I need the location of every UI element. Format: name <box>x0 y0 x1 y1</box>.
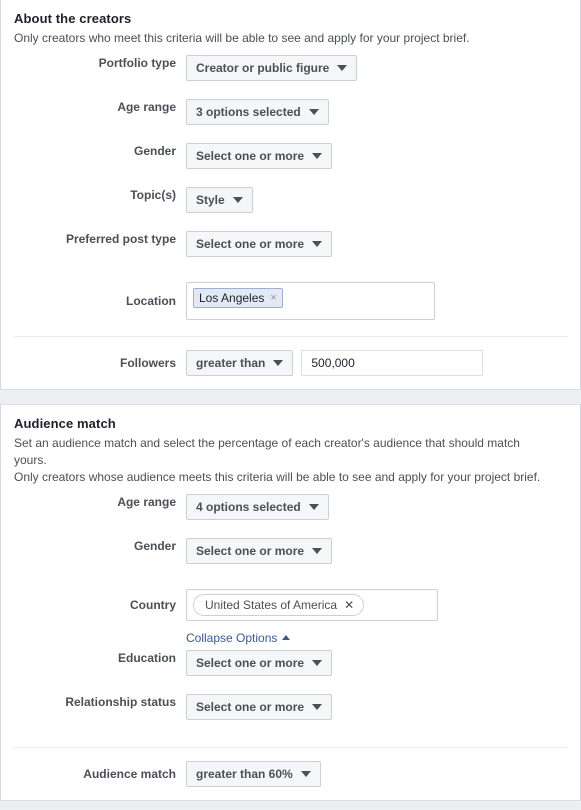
field-row-audience-match: Audience match greater than 60% <box>14 748 567 800</box>
audience-age-range-value: 4 options selected <box>196 500 301 514</box>
preferred-post-type-value: Select one or more <box>196 237 305 251</box>
location-token: Los Angeles × <box>193 288 283 308</box>
relationship-status-label: Relationship status <box>65 695 176 709</box>
education-value: Select one or more <box>196 656 305 670</box>
field-row-gender: Gender Select one or more <box>14 143 567 187</box>
chevron-down-icon <box>312 660 323 666</box>
education-label: Education <box>117 651 176 665</box>
card-gap <box>0 390 581 404</box>
age-range-value: 3 options selected <box>196 105 301 119</box>
audience-gender-label: Gender <box>133 539 176 553</box>
country-token-label: United States of America <box>205 598 338 612</box>
topics-dropdown[interactable]: Style <box>186 187 253 213</box>
chevron-down-icon <box>337 65 348 71</box>
field-row-education: Education Select one or more <box>14 650 567 694</box>
remove-location-token-icon[interactable]: × <box>270 292 276 304</box>
audience-age-range-label: Age range <box>117 495 176 509</box>
country-token-input[interactable]: United States of America ✕ <box>186 589 438 621</box>
audience-match-description-line-1: Set an audience match and select the per… <box>14 436 520 467</box>
audience-match-title: Audience match <box>14 416 116 431</box>
followers-label: Followers <box>119 356 176 370</box>
field-row-topics: Topic(s) Style <box>14 187 567 231</box>
about-creators-fields: Portfolio type Creator or public figure … <box>14 55 567 327</box>
gender-label: Gender <box>133 144 176 158</box>
followers-count-input[interactable] <box>301 350 484 376</box>
collapse-options-row: Collapse Options <box>14 628 567 650</box>
preferred-post-type-label: Preferred post type <box>65 232 176 246</box>
country-label: Country <box>130 598 176 612</box>
chevron-down-icon <box>312 153 323 159</box>
age-range-label: Age range <box>117 100 176 114</box>
collapse-options-label: Collapse Options <box>186 631 278 645</box>
audience-match-label: Audience match <box>83 767 176 781</box>
field-row-portfolio-type: Portfolio type Creator or public figure <box>14 55 567 99</box>
portfolio-type-value: Creator or public figure <box>196 61 330 75</box>
audience-gender-value: Select one or more <box>196 544 305 558</box>
portfolio-type-dropdown[interactable]: Creator or public figure <box>186 55 358 81</box>
field-row-audience-gender: Gender Select one or more <box>14 538 567 582</box>
chevron-down-icon <box>312 241 323 247</box>
about-creators-description: Only creators who meet this criteria wil… <box>14 31 470 45</box>
chevron-down-icon <box>300 771 311 777</box>
followers-operator-value: greater than <box>196 356 266 370</box>
chevron-down-icon <box>308 109 319 115</box>
country-token: United States of America ✕ <box>193 594 365 616</box>
followers-operator-dropdown[interactable]: greater than <box>186 350 294 376</box>
topics-label: Topic(s) <box>130 188 176 202</box>
portfolio-type-label: Portfolio type <box>98 56 176 70</box>
collapse-options-link[interactable]: Collapse Options <box>186 630 291 646</box>
audience-match-description-line-2: Only creators whose audience meets this … <box>14 470 541 484</box>
chevron-down-icon <box>312 548 323 554</box>
audience-match-dropdown[interactable]: greater than 60% <box>186 761 321 787</box>
location-label: Location <box>126 294 176 308</box>
field-row-audience-age-range: Age range 4 options selected <box>14 494 567 538</box>
location-token-input[interactable]: Los Angeles × <box>186 282 435 320</box>
chevron-down-icon <box>232 197 243 203</box>
remove-country-token-icon[interactable]: ✕ <box>344 599 354 611</box>
relationship-status-value: Select one or more <box>196 700 305 714</box>
field-row-relationship-status: Relationship status Select one or more <box>14 694 567 738</box>
audience-gender-dropdown[interactable]: Select one or more <box>186 538 333 564</box>
field-row-location: Location Los Angeles × <box>14 275 567 327</box>
bottom-gap <box>0 801 581 810</box>
field-row-country: Country United States of America ✕ <box>14 582 567 628</box>
topics-value: Style <box>196 193 225 207</box>
chevron-down-icon <box>312 704 323 710</box>
field-row-preferred-post-type: Preferred post type Select one or more <box>14 231 567 275</box>
audience-match-fields: Age range 4 options selected Gender Sele… <box>14 494 567 738</box>
preferred-post-type-dropdown[interactable]: Select one or more <box>186 231 333 257</box>
creator-criteria-page: About the creators Only creators who mee… <box>0 0 581 810</box>
chevron-down-icon <box>273 360 284 366</box>
chevron-up-icon <box>282 635 291 640</box>
gender-value: Select one or more <box>196 149 305 163</box>
gender-dropdown[interactable]: Select one or more <box>186 143 333 169</box>
chevron-down-icon <box>308 504 319 510</box>
education-dropdown[interactable]: Select one or more <box>186 650 333 676</box>
audience-match-card: Audience match Set an audience match and… <box>0 404 581 801</box>
audience-age-range-dropdown[interactable]: 4 options selected <box>186 494 329 520</box>
field-row-followers: Followers greater than <box>14 337 567 389</box>
age-range-dropdown[interactable]: 3 options selected <box>186 99 329 125</box>
audience-match-value: greater than 60% <box>196 767 293 781</box>
about-the-creators-card: About the creators Only creators who mee… <box>0 0 581 390</box>
relationship-status-dropdown[interactable]: Select one or more <box>186 694 333 720</box>
location-token-label: Los Angeles <box>199 291 265 305</box>
about-creators-title: About the creators <box>14 11 132 26</box>
field-row-age-range: Age range 3 options selected <box>14 99 567 143</box>
